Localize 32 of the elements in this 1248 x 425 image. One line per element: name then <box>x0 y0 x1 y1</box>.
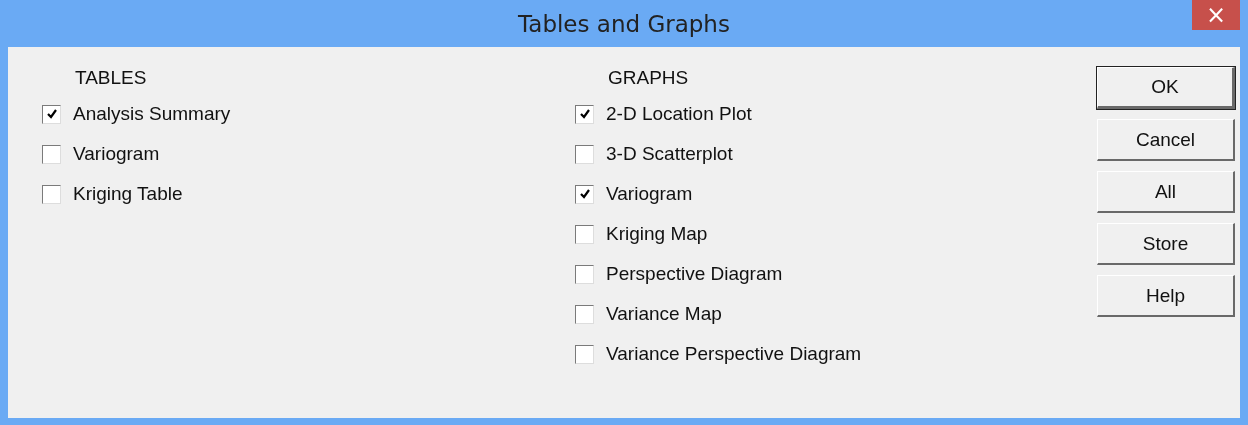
checkbox[interactable] <box>575 224 594 244</box>
option-label[interactable]: 2-D Location Plot <box>606 103 752 125</box>
option-label[interactable]: Variance Perspective Diagram <box>606 343 862 365</box>
checkbox[interactable] <box>42 184 61 204</box>
check-icon <box>45 108 58 120</box>
checkbox[interactable] <box>575 344 594 364</box>
option-label[interactable]: Kriging Map <box>606 223 708 245</box>
option-label[interactable]: Kriging Table <box>73 183 183 205</box>
option-label[interactable]: Perspective Diagram <box>606 263 783 285</box>
dialog-button[interactable]: Cancel <box>1097 119 1235 161</box>
dialog-button[interactable]: Store <box>1097 223 1235 265</box>
checkbox[interactable] <box>575 264 594 284</box>
dialog-button[interactable]: All <box>1097 171 1235 213</box>
option-label[interactable]: Variogram <box>606 183 693 205</box>
checkbox[interactable] <box>575 304 594 324</box>
checkbox[interactable] <box>42 144 61 164</box>
checkbox[interactable] <box>575 104 594 124</box>
checkbox[interactable] <box>575 144 594 164</box>
checkbox[interactable] <box>42 104 61 124</box>
option-label[interactable]: 3-D Scatterplot <box>606 143 733 165</box>
dialog-button[interactable]: OK <box>1097 67 1235 109</box>
check-icon <box>578 108 591 120</box>
window-title: Tables and Graphs <box>518 10 730 37</box>
option-label[interactable]: Variance Map <box>606 303 722 325</box>
dialog-button[interactable]: Help <box>1097 275 1235 317</box>
check-icon <box>578 188 591 200</box>
section-heading: GRAPHS <box>608 67 690 90</box>
option-label[interactable]: Analysis Summary <box>73 103 231 125</box>
close-button[interactable]: × <box>1192 0 1240 30</box>
section-heading: TABLES <box>75 67 148 90</box>
option-label[interactable]: Variogram <box>73 143 160 165</box>
checkbox[interactable] <box>575 184 594 204</box>
